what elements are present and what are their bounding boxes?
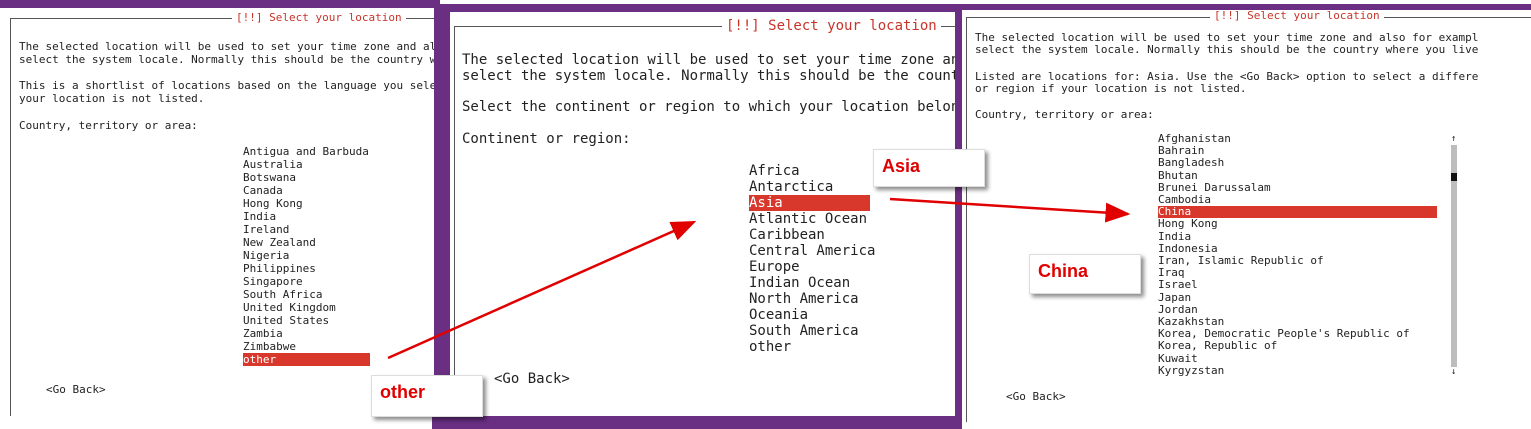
- dialog-title: [!!] Select your location: [1210, 10, 1384, 23]
- country-list-item[interactable]: South Africa: [243, 288, 370, 301]
- country-list-item[interactable]: Hong Kong: [243, 197, 370, 210]
- dialog-border: [10, 18, 434, 416]
- country-list-item[interactable]: United Kingdom: [243, 301, 370, 314]
- dialog-description: The selected location will be used to se…: [19, 40, 434, 66]
- scrollbar-thumb[interactable]: [1451, 173, 1457, 181]
- country-list-item[interactable]: other: [243, 353, 370, 366]
- scrollbar[interactable]: [1451, 145, 1457, 367]
- country-list-item[interactable]: Korea, Republic of: [1158, 340, 1437, 352]
- region-list-item[interactable]: Atlantic Ocean: [749, 211, 870, 227]
- region-list-item[interactable]: other: [749, 339, 870, 355]
- window-frame-left: [0, 0, 440, 8]
- country-list-item[interactable]: India: [1158, 230, 1437, 243]
- location-dialog-asia: [!!] Select your location The selected l…: [962, 10, 1531, 422]
- region-list-item[interactable]: Asia: [749, 195, 870, 211]
- dialog-border: [454, 26, 955, 416]
- dialog-title: [!!] Select your location: [232, 11, 406, 24]
- region-list-item[interactable]: Caribbean: [749, 227, 870, 243]
- country-list-item[interactable]: Cambodia: [1158, 193, 1437, 206]
- country-list-item[interactable]: Iraq: [1158, 267, 1437, 279]
- country-list-item[interactable]: Kyrgyzstan: [1158, 364, 1437, 377]
- country-list-item[interactable]: Bangladesh: [1158, 157, 1437, 169]
- listed-note: Listed are locations for: Asia. Use the …: [975, 70, 1479, 96]
- dialog-title: [!!] Select your location: [722, 18, 941, 34]
- dialog-description: The selected location will be used to se…: [462, 52, 955, 84]
- country-list-item[interactable]: Hong Kong: [1158, 218, 1437, 230]
- go-back-button[interactable]: <Go Back>: [1006, 390, 1066, 403]
- go-back-button[interactable]: <Go Back>: [46, 383, 106, 396]
- country-list-item[interactable]: Iran, Islamic Republic of: [1158, 254, 1437, 267]
- country-list-item[interactable]: Australia: [243, 158, 370, 171]
- country-list-item[interactable]: Singapore: [243, 275, 370, 288]
- country-list-item[interactable]: India: [243, 210, 370, 223]
- callout-asia: Asia: [873, 149, 985, 187]
- country-list-item[interactable]: Nigeria: [243, 249, 370, 262]
- country-list-item[interactable]: Zambia: [243, 327, 370, 340]
- country-list-item[interactable]: Israel: [1158, 279, 1437, 291]
- country-list-item[interactable]: Philippines: [243, 262, 370, 275]
- country-list-item[interactable]: United States: [243, 314, 370, 327]
- callout-china: China: [1029, 254, 1141, 294]
- region-list-item[interactable]: North America: [749, 291, 870, 307]
- country-list-item[interactable]: Antigua and Barbuda: [243, 145, 370, 158]
- country-list-item[interactable]: Ireland: [243, 223, 370, 236]
- go-back-button[interactable]: <Go Back>: [494, 371, 570, 387]
- location-dialog-region: [!!] Select your location The selected l…: [450, 12, 955, 416]
- region-list-item[interactable]: South America: [749, 323, 870, 339]
- callout-other: other: [371, 375, 483, 417]
- region-list-item[interactable]: Indian Ocean: [749, 275, 870, 291]
- dialog-description: The selected location will be used to se…: [975, 31, 1479, 57]
- region-prompt: Continent or region:: [462, 131, 631, 147]
- region-list-item[interactable]: Africa: [749, 163, 870, 179]
- region-list-item[interactable]: Europe: [749, 259, 870, 275]
- country-prompt: Country, territory or area:: [19, 119, 198, 132]
- scroll-down-icon[interactable]: ↓: [1451, 366, 1456, 378]
- shortlist-note: This is a shortlist of locations based o…: [19, 79, 434, 105]
- country-list-item[interactable]: Canada: [243, 184, 370, 197]
- location-dialog-shortlist: [!!] Select your location The selected l…: [6, 8, 434, 416]
- country-list-item[interactable]: Bhutan: [1158, 169, 1437, 182]
- country-prompt: Country, territory or area:: [975, 108, 1154, 121]
- region-list-item[interactable]: Central America: [749, 243, 875, 259]
- country-list-item[interactable]: New Zealand: [243, 236, 370, 249]
- region-list: Africa Antarctica Asia Atlantic Ocean Caribb…: [749, 163, 875, 355]
- country-list: Antigua and Barbuda Australia Botswana Cana…: [243, 145, 370, 366]
- asia-country-list: Afghanistan Bahrain Bangladesh Bhutan Brunei…: [1158, 132, 1437, 377]
- scroll-up-icon[interactable]: ↑: [1451, 133, 1456, 145]
- region-instruction: Select the continent or region to which …: [462, 99, 955, 115]
- country-list-item[interactable]: Japan: [1158, 291, 1437, 304]
- region-list-item[interactable]: Antarctica: [749, 179, 870, 195]
- country-list-item[interactable]: Zimbabwe: [243, 340, 370, 353]
- region-list-item[interactable]: Oceania: [749, 307, 870, 323]
- country-list-item[interactable]: Botswana: [243, 171, 370, 184]
